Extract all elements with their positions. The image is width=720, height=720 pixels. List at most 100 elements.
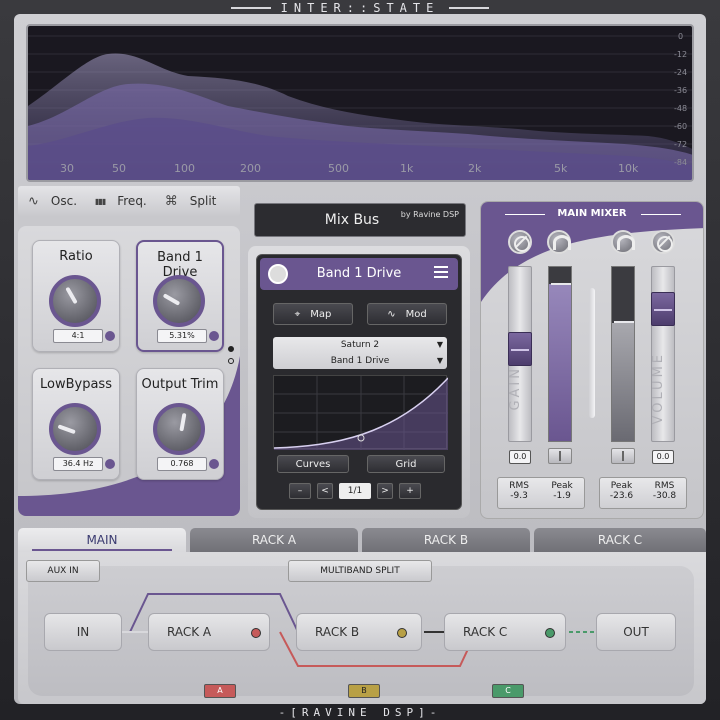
volume-label: VOLUME <box>651 352 666 425</box>
freq-label: 2k <box>468 162 482 175</box>
spectrum-analyzer[interactable]: 0 -12 -24 -36 -48 -60 -72 -84 30 50 100 … <box>26 24 694 182</box>
knob-value[interactable]: 4:1 <box>53 329 103 343</box>
input-meter-handle[interactable] <box>548 448 572 464</box>
title-bar: INTER::STATE <box>0 0 720 16</box>
headphone-icon[interactable] <box>611 230 635 254</box>
output-meter <box>611 266 635 442</box>
device-select-row: Saturn 2 ▼ <box>273 337 447 353</box>
macro-knob-panel: Ratio 4:1 Band 1 Drive 5.31% LowBypass 3… <box>18 226 240 516</box>
minus-button[interactable]: – <box>289 483 311 499</box>
rack-b-indicator <box>397 628 407 638</box>
mod-indicator[interactable] <box>209 459 219 469</box>
multiband-split-button[interactable]: MULTIBAND SPLIT <box>288 560 432 582</box>
grid-button[interactable]: Grid <box>367 455 445 473</box>
db-label: -72 <box>674 140 687 149</box>
menu-icon[interactable] <box>434 266 448 280</box>
page-dot-active[interactable] <box>228 346 234 352</box>
mod-indicator[interactable] <box>105 459 115 469</box>
gain-fader-handle[interactable] <box>508 332 532 366</box>
mod-button[interactable]: ∿ Mod <box>367 303 447 325</box>
rack-c-tag[interactable]: C <box>492 684 524 698</box>
aux-in-button[interactable]: AUX IN <box>26 560 100 582</box>
db-label: -60 <box>674 122 687 131</box>
device-editor: Band 1 Drive ⌖ Map ∿ Mod Saturn 2 ▼ Band 1 … <box>256 254 462 510</box>
title-line-right <box>449 7 490 9</box>
knob-card-lowbypass: LowBypass 36.4 Hz <box>32 368 120 480</box>
balance-slider[interactable] <box>589 288 595 418</box>
db-label: 0 <box>678 32 683 41</box>
curve-editor[interactable] <box>273 375 449 450</box>
mod-indicator[interactable] <box>209 331 219 341</box>
curves-button[interactable]: Curves <box>277 455 349 473</box>
prev-button[interactable]: < <box>317 483 333 499</box>
db-label: -48 <box>674 104 687 113</box>
knob-card-ratio: Ratio 4:1 <box>32 240 120 352</box>
node-rack-a[interactable]: RACK A <box>148 613 270 651</box>
knob-label: Output Trim <box>141 377 219 392</box>
view-freq-label: Freq. <box>117 194 147 208</box>
output-meter-handle[interactable] <box>611 448 635 464</box>
preset-author: by Ravine DSP <box>400 210 459 219</box>
split-icon: ⌘ <box>164 193 178 209</box>
node-rack-b[interactable]: RACK B <box>296 613 422 651</box>
title-rule <box>641 214 681 215</box>
bars-icon: ▮▮▮ <box>95 196 106 206</box>
output-trim-knob[interactable] <box>153 403 205 455</box>
main-mixer: MAIN MIXER GAIN 0.0 VOLUME 0.0 RMS -9.3 P… <box>480 201 704 519</box>
node-in[interactable]: IN <box>44 613 122 651</box>
routing-section: MAIN RACK A RACK B RACK C AUX IN MULTIBA… <box>18 528 706 704</box>
spectrum-graph: 0 -12 -24 -36 -48 -60 -72 -84 30 50 100 … <box>28 32 692 180</box>
param-select-row: Band 1 Drive ▼ <box>273 353 447 369</box>
rack-b-tag[interactable]: B <box>348 684 380 698</box>
node-rack-c[interactable]: RACK C <box>444 613 566 651</box>
freq-label: 50 <box>112 162 126 175</box>
knob-label: Ratio <box>59 249 93 264</box>
footer-brand: -[RAVINE DSP]- <box>0 704 720 720</box>
volume-value[interactable]: 0.0 <box>652 450 674 464</box>
knob-value[interactable]: 5.31% <box>157 329 207 343</box>
map-button[interactable]: ⌖ Map <box>273 303 353 325</box>
page-dot[interactable] <box>228 358 234 364</box>
view-freq-button[interactable]: ▮▮▮ Freq. <box>95 194 147 208</box>
mod-indicator[interactable] <box>105 331 115 341</box>
band1-drive-knob[interactable] <box>153 275 205 327</box>
freq-label: 500 <box>328 162 349 175</box>
footer-label: -[RAVINE DSP]- <box>278 705 442 719</box>
view-split-button[interactable]: ⌘ Split <box>165 194 217 209</box>
view-split-label: Split <box>189 194 217 208</box>
knob-card-output-trim: Output Trim 0.768 <box>136 368 224 480</box>
node-out[interactable]: OUT <box>596 613 676 651</box>
freq-label: 200 <box>240 162 261 175</box>
freq-label: 1k <box>400 162 414 175</box>
view-mode-bar: ∿ Osc. ▮▮▮ Freq. ⌘ Split <box>18 186 240 216</box>
rack-a-indicator <box>251 628 261 638</box>
knob-page-dots[interactable] <box>228 346 234 370</box>
ratio-knob[interactable] <box>49 275 101 327</box>
parameter-select[interactable]: Saturn 2 ▼ Band 1 Drive ▼ <box>273 337 447 369</box>
next-button[interactable]: > <box>377 483 393 499</box>
db-label: -24 <box>674 68 687 77</box>
volume-fader-handle[interactable] <box>651 292 675 326</box>
rack-a-tag[interactable]: A <box>204 684 236 698</box>
phase-invert-icon[interactable] <box>508 230 532 254</box>
rack-c-indicator <box>545 628 555 638</box>
knob-value[interactable]: 0.768 <box>157 457 207 471</box>
lowbypass-knob[interactable] <box>49 403 101 455</box>
gain-value[interactable]: 0.0 <box>509 450 531 464</box>
phase-invert-icon[interactable] <box>651 230 675 254</box>
headphone-icon[interactable] <box>547 230 571 254</box>
caret-down-icon: ▼ <box>436 356 443 365</box>
mod-icon: ∿ <box>387 308 396 320</box>
device-header: Band 1 Drive <box>260 258 458 290</box>
plus-button[interactable]: + <box>399 483 421 499</box>
app-title: INTER::STATE <box>280 1 440 15</box>
output-stats: Peak -23.6 RMS -30.8 <box>599 477 687 509</box>
wave-icon: ∿ <box>28 193 39 209</box>
preset-selector[interactable]: Mix Bus by Ravine DSP <box>254 203 466 237</box>
input-stats: RMS -9.3 Peak -1.9 <box>497 477 585 509</box>
curve-graph <box>273 376 449 450</box>
db-label: -84 <box>674 158 687 167</box>
knob-value[interactable]: 36.4 Hz <box>53 457 103 471</box>
db-label: -36 <box>674 86 687 95</box>
view-osc-button[interactable]: ∿ Osc. <box>28 194 77 209</box>
